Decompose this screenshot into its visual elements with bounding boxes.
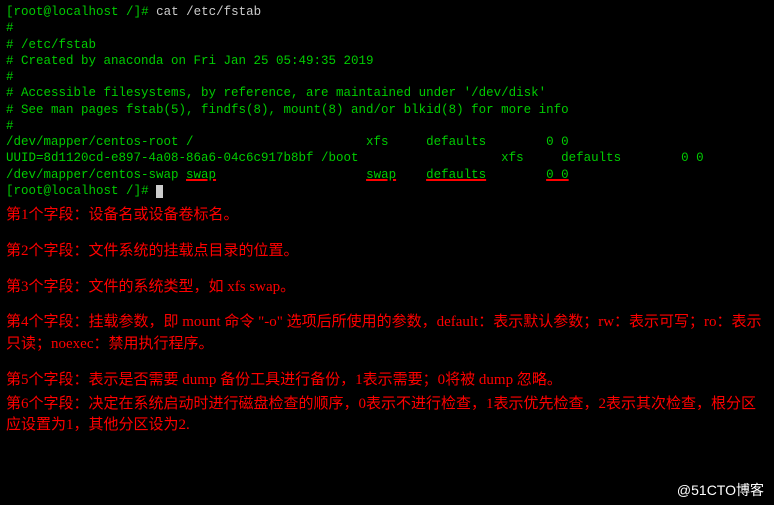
prompt2-bracket-close: ]#	[134, 184, 149, 198]
output-etc: # /etc/fstab	[6, 37, 768, 53]
prompt-line-1: [root@localhost /]# cat /etc/fstab	[6, 4, 768, 20]
fstab3-swap1: swap	[186, 168, 216, 182]
cursor	[156, 185, 163, 198]
prompt2-userhost: root@localhost	[14, 184, 119, 198]
fstab-line-3: /dev/mapper/centos-swap swap swap defaul…	[6, 167, 768, 183]
field-6: 第6个字段：决定在系统启动时进行磁盘检查的顺序，0表示不进行检查，1表示优先检查…	[6, 394, 768, 438]
fstab3-pre: /dev/mapper/centos-swap	[6, 168, 186, 182]
fstab3-swap2: swap	[366, 168, 396, 182]
field-2: 第2个字段：文件系统的挂载点目录的位置。	[6, 241, 768, 263]
field-1: 第1个字段：设备名或设备卷标名。	[6, 205, 768, 227]
fstab3-mid3	[486, 168, 546, 182]
prompt-userhost: root@localhost	[14, 5, 119, 19]
prompt-bracket-close: ]#	[134, 5, 149, 19]
output-hash1: #	[6, 20, 768, 36]
fstab3-mid1	[216, 168, 366, 182]
field-4: 第4个字段：挂载参数，即 mount 命令 "-o" 选项后所使用的参数，def…	[6, 312, 768, 356]
command-text: cat /etc/fstab	[149, 5, 262, 19]
output-hash2: #	[6, 69, 768, 85]
prompt2-path: /	[119, 184, 134, 198]
terminal-output: [root@localhost /]# cat /etc/fstab # # /…	[6, 4, 768, 199]
output-accessible: # Accessible filesystems, by reference, …	[6, 85, 768, 101]
fstab3-mid2	[396, 168, 426, 182]
output-hash3: #	[6, 118, 768, 134]
prompt-bracket-open: [	[6, 5, 14, 19]
prompt-path: /	[119, 5, 134, 19]
annotations-block: 第1个字段：设备名或设备卷标名。 第2个字段：文件系统的挂载点目录的位置。 第3…	[6, 205, 768, 437]
output-created: # Created by anaconda on Fri Jan 25 05:4…	[6, 53, 768, 69]
fstab3-zero: 0 0	[546, 168, 569, 182]
fstab-line-2: UUID=8d1120cd-e897-4a08-86a6-04c6c917b8b…	[6, 150, 768, 166]
fstab3-defaults: defaults	[426, 168, 486, 182]
field-3: 第3个字段：文件的系统类型，如 xfs swap。	[6, 277, 768, 299]
prompt2-bracket-open: [	[6, 184, 14, 198]
watermark: @51CTO博客	[677, 481, 764, 499]
output-seeman: # See man pages fstab(5), findfs(8), mou…	[6, 102, 768, 118]
field-5: 第5个字段：表示是否需要 dump 备份工具进行备份，1表示需要；0将被 dum…	[6, 370, 768, 392]
prompt-line-2[interactable]: [root@localhost /]#	[6, 183, 768, 199]
fstab-line-1: /dev/mapper/centos-root / xfs defaults 0…	[6, 134, 768, 150]
